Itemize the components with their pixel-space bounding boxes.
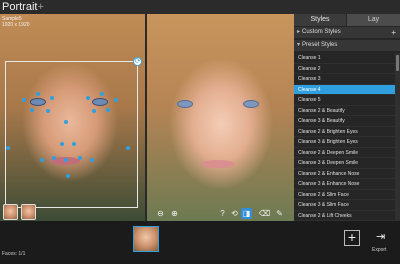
landmark-point[interactable] [66, 174, 70, 178]
mouth-retouched [201, 160, 235, 168]
app-title-suffix: + [37, 1, 44, 13]
bottom-bar: Faces: 1/1 + ⇥ Export [0, 221, 400, 264]
landmark-point[interactable] [114, 98, 118, 102]
app-title-text: Portrait [2, 1, 38, 13]
tab-layers[interactable]: Lay [347, 14, 400, 26]
style-list-item[interactable]: Cleanse 3 [294, 74, 395, 85]
sync-icon[interactable]: ⟲ [229, 208, 240, 219]
landmark-point[interactable] [72, 142, 76, 146]
left-eye-retouched [177, 100, 193, 108]
landmark-point[interactable] [30, 108, 34, 112]
zoom-in-icon[interactable]: ⊕ [169, 208, 180, 219]
style-list-item[interactable]: Cleanse 2 [294, 64, 395, 74]
preset-styles-label: Preset Styles [302, 42, 338, 48]
after-photo[interactable] [147, 14, 294, 221]
styles-scrollbar[interactable] [395, 53, 400, 221]
custom-styles-label: Custom Styles [302, 29, 341, 35]
tab-styles[interactable]: Styles [294, 14, 346, 26]
style-list-item[interactable]: Cleanse 2 & Slim Face [294, 190, 395, 200]
style-list-item[interactable]: Cleanse 2 & Lift Cheeks [294, 211, 395, 221]
style-list-item[interactable]: Cleanse 3 & Beautify [294, 116, 395, 127]
right-eye-retouched [243, 100, 259, 108]
landmark-point[interactable] [86, 96, 90, 100]
style-list-item[interactable]: Cleanse 3 & Brighten Eyes [294, 137, 395, 148]
collapse-arrow-icon: ▾ [297, 42, 301, 48]
style-list-item[interactable]: Cleanse 3 & Deepen Smile [294, 158, 395, 169]
photo-canvas[interactable]: Sample5 1920 x 1920 ⟳ ⊖ ⊕ ? ⟲ ◨ ⌫ ✎ [0, 14, 294, 221]
custom-styles-header[interactable]: ▸ Custom Styles + [294, 27, 400, 38]
original-thumbnail[interactable] [3, 204, 18, 220]
landmark-point[interactable] [64, 120, 68, 124]
box-rotate-handle[interactable]: ⟳ [133, 57, 142, 66]
landmark-point[interactable] [46, 109, 50, 113]
before-photo[interactable]: Sample5 1920 x 1920 ⟳ [0, 14, 145, 221]
scrollbar-thumb[interactable] [396, 55, 399, 71]
style-list-item[interactable]: Cleanse 1 [294, 53, 395, 64]
style-list-item[interactable]: Cleanse 2 & Enhance Nose [294, 169, 395, 179]
preset-styles-header[interactable]: ▾ Preset Styles [294, 40, 400, 51]
style-list-item[interactable]: Cleanse 3 & Slim Face [294, 200, 395, 211]
landmark-point[interactable] [100, 92, 104, 96]
title-bar: Portrait+ [0, 0, 400, 14]
landmark-point[interactable] [78, 156, 82, 160]
landmark-point[interactable] [126, 146, 130, 150]
style-list-item[interactable]: Cleanse 2 & Beautify [294, 106, 395, 116]
help-icon[interactable]: ? [217, 208, 228, 219]
landmark-point[interactable] [50, 96, 54, 100]
style-list-item[interactable]: Cleanse 2 & Deepen Smile [294, 148, 395, 158]
styles-list: Cleanse 1 Cleanse 2 Cleanse 3 Cleanse 4 Clea… [294, 53, 395, 221]
faces-count: Faces: 1/1 [2, 251, 26, 257]
zoom-out-icon[interactable]: ⊖ [155, 208, 166, 219]
style-list-item[interactable]: Cleanse 2 & Brighten Eyes [294, 127, 395, 137]
landmark-point[interactable] [106, 108, 110, 112]
sample-info: Sample5 1920 x 1920 [2, 16, 30, 28]
sample-dimensions: 1920 x 1920 [2, 22, 30, 28]
face-thumbnail[interactable] [21, 204, 36, 220]
landmark-point[interactable] [60, 142, 64, 146]
split-view-icon[interactable]: ◨ [241, 208, 252, 219]
style-list-item[interactable]: Cleanse 5 [294, 95, 395, 106]
app-title: Portrait+ [2, 0, 44, 14]
landmark-point[interactable] [36, 92, 40, 96]
landmark-point[interactable] [92, 109, 96, 113]
style-list-item[interactable]: Cleanse 3 & Enhance Nose [294, 179, 395, 190]
export-icon[interactable]: ⇥ [376, 232, 385, 243]
export-label[interactable]: Export [372, 247, 386, 253]
expand-arrow-icon: ▸ [297, 29, 301, 35]
style-list-item[interactable]: Cleanse 4 [294, 84, 395, 95]
landmark-point[interactable] [22, 98, 26, 102]
add-style-icon[interactable]: + [391, 27, 396, 38]
landmark-point[interactable] [6, 146, 10, 150]
landmark-point[interactable] [90, 158, 94, 162]
styles-panel: Styles Lay ▸ Custom Styles + ▾ Preset Styl… [294, 14, 400, 221]
landmark-point[interactable] [52, 156, 56, 160]
eraser-icon[interactable]: ⌫ [259, 208, 270, 219]
landmark-point[interactable] [40, 158, 44, 162]
brush-icon[interactable]: ✎ [274, 208, 285, 219]
add-photo-button[interactable]: + [344, 230, 360, 246]
landmark-point[interactable] [64, 158, 68, 162]
filmstrip-thumbnail[interactable] [133, 226, 159, 252]
face-detection-box[interactable] [5, 61, 138, 208]
